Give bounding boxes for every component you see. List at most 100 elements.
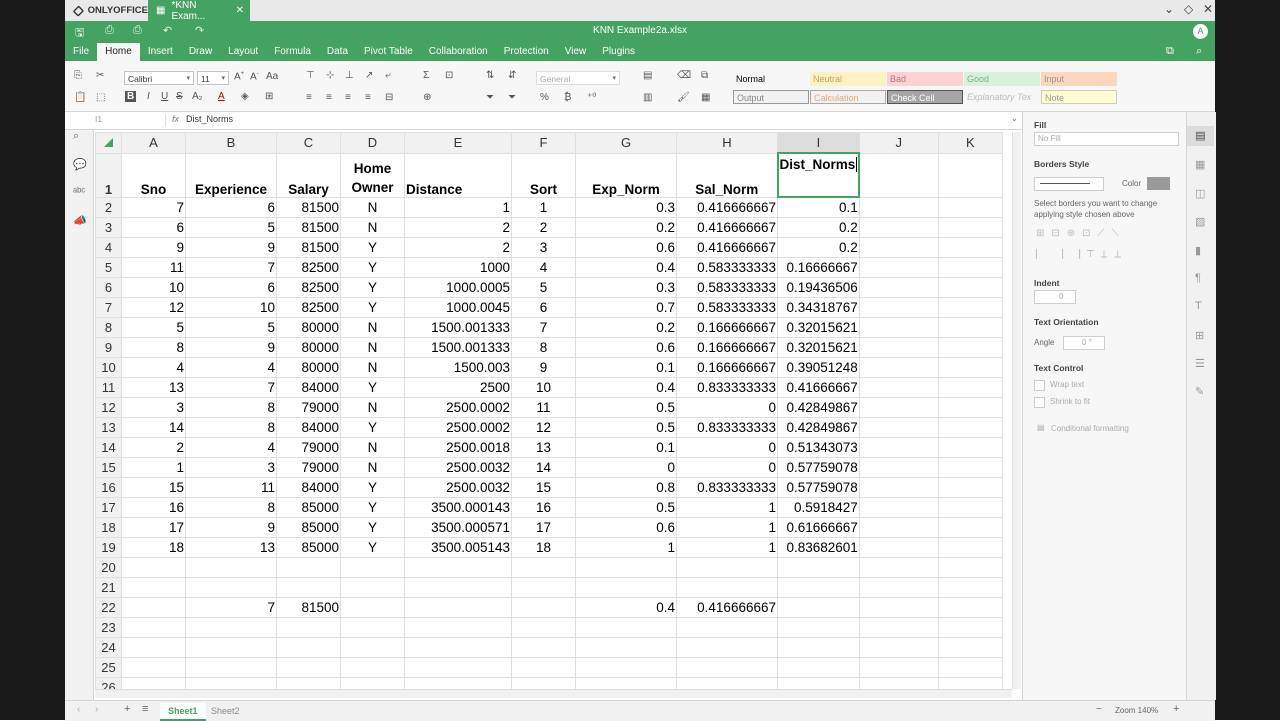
cell[interactable]: 80000 <box>276 337 341 358</box>
cell[interactable]: N <box>340 457 405 478</box>
cell[interactable] <box>937 196 1003 218</box>
row-header[interactable]: 24 <box>95 637 122 658</box>
cell[interactable]: 8 <box>185 397 277 418</box>
cell[interactable]: 13 <box>511 437 576 458</box>
col-header-i[interactable]: I <box>777 132 860 154</box>
cell[interactable]: 9 <box>185 237 277 258</box>
cell[interactable] <box>937 597 1003 618</box>
cell[interactable]: 0.583333333 <box>676 297 778 318</box>
style-bad[interactable]: Bad <box>887 72 963 86</box>
cell[interactable]: 7 <box>511 317 576 338</box>
insert-cells-icon[interactable]: ⊕ <box>423 92 431 103</box>
cell[interactable]: 0 <box>575 457 677 478</box>
row-header[interactable]: 17 <box>95 497 122 518</box>
undo-icon[interactable]: ↶ <box>163 24 172 37</box>
align-justify-icon[interactable]: ≡ <box>365 92 371 103</box>
cell[interactable]: 0.83682601 <box>777 537 860 558</box>
font-size-select[interactable]: 11 ▾ <box>197 71 229 85</box>
cell[interactable]: 0.7 <box>575 297 677 318</box>
cell[interactable]: 0.2 <box>777 237 860 258</box>
row-header[interactable]: 11 <box>95 377 122 398</box>
cell[interactable] <box>676 677 778 689</box>
cell[interactable] <box>858 217 939 238</box>
filter-icon[interactable]: ⏷ <box>486 92 494 103</box>
col-header-g[interactable]: G <box>575 132 677 154</box>
cell[interactable] <box>340 597 405 618</box>
style-neutral[interactable]: Neutral <box>810 72 886 86</box>
cell[interactable]: 0.5 <box>575 497 677 518</box>
cell[interactable] <box>937 237 1003 258</box>
cell[interactable] <box>858 677 939 689</box>
cell[interactable] <box>404 577 512 598</box>
cell[interactable]: 0.32015621 <box>777 337 860 358</box>
cell[interactable]: 2500.0002 <box>404 417 512 438</box>
cell[interactable]: 0.41666667 <box>777 377 860 398</box>
cell[interactable]: 9 <box>121 237 186 258</box>
cell[interactable]: 0.42849867 <box>777 397 860 418</box>
add-sheet-icon[interactable]: + <box>124 703 130 715</box>
menu-pivot-table[interactable]: Pivot Table <box>356 43 421 61</box>
cell[interactable]: 3 <box>511 237 576 258</box>
menu-formula[interactable]: Formula <box>266 43 319 61</box>
style-note[interactable]: Note <box>1041 90 1117 104</box>
cell[interactable]: 79000 <box>276 457 341 478</box>
cell[interactable] <box>858 317 939 338</box>
cell[interactable]: 0.416666667 <box>676 217 778 238</box>
cell[interactable] <box>185 617 277 638</box>
cell[interactable]: 12 <box>511 417 576 438</box>
style-calculation[interactable]: Calculation <box>810 90 886 104</box>
cell[interactable]: 9 <box>511 357 576 378</box>
cell[interactable]: 0.2 <box>575 217 677 238</box>
image-settings-icon[interactable]: ▨ <box>1195 215 1205 228</box>
paragraph-settings-icon[interactable]: ¶ <box>1195 272 1201 284</box>
cell[interactable] <box>676 657 778 678</box>
cell[interactable] <box>185 577 277 598</box>
cell[interactable] <box>937 657 1003 678</box>
table-settings-icon[interactable]: ▦ <box>1195 158 1205 171</box>
cell[interactable] <box>858 497 939 518</box>
bold-icon[interactable]: B <box>125 91 137 102</box>
cell[interactable] <box>121 637 186 658</box>
cell[interactable]: 14 <box>121 417 186 438</box>
cell[interactable]: 84000 <box>276 477 341 498</box>
cell[interactable]: 0.166666667 <box>676 337 778 358</box>
fill-select[interactable]: No Fill <box>1034 132 1179 146</box>
cell[interactable]: 17 <box>121 517 186 538</box>
cell[interactable]: 0.4 <box>575 257 677 278</box>
cell[interactable] <box>575 617 677 638</box>
cell[interactable]: 17 <box>511 517 576 538</box>
cell[interactable]: Y <box>340 237 405 258</box>
cell[interactable]: 7 <box>185 257 277 278</box>
redo-icon[interactable]: ↷ <box>195 24 204 37</box>
cell[interactable]: 0 <box>676 457 778 478</box>
col-header-d[interactable]: D <box>340 132 405 154</box>
cell[interactable] <box>777 637 860 658</box>
cell[interactable]: 84000 <box>276 377 341 398</box>
cell[interactable]: 11 <box>185 477 277 498</box>
cell[interactable] <box>858 577 939 598</box>
cell[interactable] <box>276 677 341 689</box>
menu-layout[interactable]: Layout <box>220 43 266 61</box>
col-header-h[interactable]: H <box>676 132 778 154</box>
cell[interactable] <box>121 657 186 678</box>
cell[interactable]: 1 <box>676 537 778 558</box>
cell[interactable]: N <box>340 337 405 358</box>
row-header[interactable]: 25 <box>95 657 122 678</box>
cell[interactable]: 82500 <box>276 277 341 298</box>
cell[interactable] <box>937 457 1003 478</box>
cell[interactable]: 2500.0032 <box>404 457 512 478</box>
menu-view[interactable]: View <box>557 43 595 61</box>
cell[interactable] <box>858 537 939 558</box>
increase-font-icon[interactable]: A+ <box>234 71 244 82</box>
cell-header[interactable]: Salary <box>276 152 341 198</box>
sort-ascending-icon[interactable]: ⇅ <box>486 70 494 81</box>
wrap-text-icon[interactable]: ⤶ <box>385 70 391 81</box>
font-name-select[interactable]: Calibri ▾ <box>124 71 194 85</box>
cell[interactable] <box>858 557 939 578</box>
cell[interactable] <box>676 637 778 658</box>
cell[interactable]: 1500.001333 <box>404 317 512 338</box>
close-window-icon[interactable]: ✕ <box>1203 2 1213 16</box>
menu-data[interactable]: Data <box>319 43 356 61</box>
col-header-a[interactable]: A <box>121 132 186 154</box>
row-header[interactable]: 9 <box>95 337 122 358</box>
